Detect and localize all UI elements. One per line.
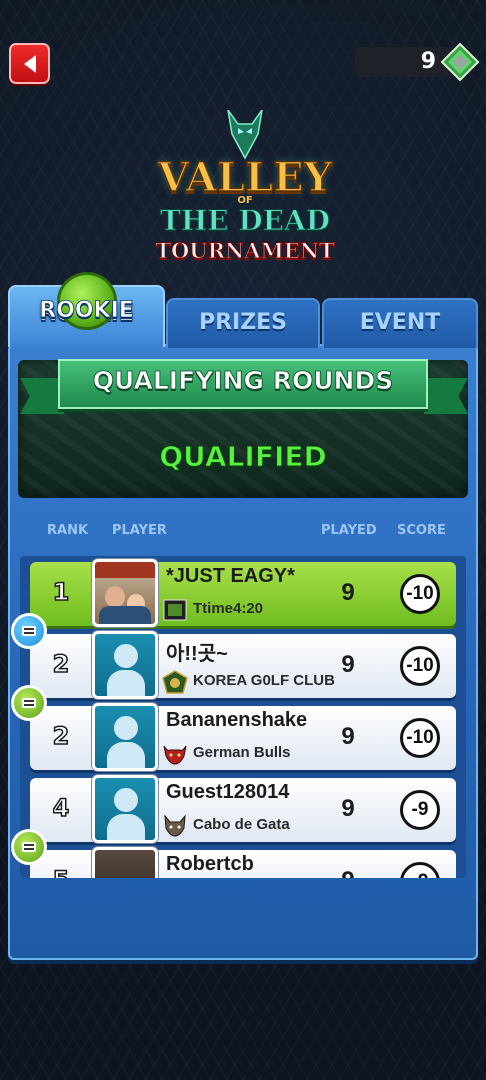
jackal-mask-icon xyxy=(227,110,263,160)
tournament-logo: VALLEY OF THE DEAD TOURNAMENT xyxy=(150,110,340,270)
avatar xyxy=(92,847,158,878)
rank-value: 2 xyxy=(52,649,70,679)
player-name: 아!!곳~ xyxy=(166,643,228,665)
tab-prizes[interactable]: PRIZES xyxy=(166,298,320,348)
score-value: -9 xyxy=(400,862,440,878)
leaderboard-list[interactable]: 1 *JUST EAGY* Ttime4:20 9 -10 2 아!!곳~ KO… xyxy=(20,556,466,878)
banner-title: QUALIFYING ROUNDS xyxy=(92,366,394,396)
column-header-rank: RANK xyxy=(47,523,89,538)
avatar xyxy=(92,703,158,771)
rank-change-marker xyxy=(11,829,47,865)
currency-value: 9 xyxy=(420,49,436,74)
score-value: -10 xyxy=(400,574,440,614)
leaderboard-row[interactable]: 4 Guest128014 Cabo de Gata 9 -9 xyxy=(30,775,456,843)
score-value: -9 xyxy=(400,790,440,830)
played-value: 9 xyxy=(341,795,355,822)
qualified-status: QUALIFIED xyxy=(159,440,328,474)
equal-icon xyxy=(22,626,36,636)
equal-icon xyxy=(22,842,36,852)
played-value: 9 xyxy=(341,723,355,750)
logo-line-the-dead: THE DEAD xyxy=(159,204,330,238)
player-name: *JUST EAGY* xyxy=(166,565,295,587)
column-header-score: SCORE xyxy=(397,523,446,538)
logo-line-valley: VALLEY xyxy=(157,153,333,202)
wolf-emblem-icon xyxy=(164,814,186,837)
club-name: German Bulls xyxy=(193,744,291,761)
club-name: Cabo de Gata xyxy=(193,816,290,833)
tab-rookie-label: ROOKIE xyxy=(39,298,134,324)
leaderboard-row[interactable]: 2 아!!곳~ KOREA G0LF CLUB 9 -10 xyxy=(30,631,456,699)
tab-label: EVENT xyxy=(359,310,441,335)
bull-emblem-icon xyxy=(163,745,187,765)
rank-value: 2 xyxy=(52,721,70,751)
rank-change-marker xyxy=(11,685,47,721)
rank-value: 4 xyxy=(52,793,70,823)
avatar xyxy=(92,559,158,627)
player-name: Bananenshake xyxy=(166,709,308,731)
player-name: Robertcb xyxy=(166,853,254,875)
played-value: 9 xyxy=(341,651,355,678)
score-value: -10 xyxy=(400,718,440,758)
back-button[interactable] xyxy=(9,43,50,84)
club-name: Ttime4:20 xyxy=(193,600,264,617)
tab-label: PRIZES xyxy=(198,310,288,335)
leaderboard-row[interactable]: 5 Robertcb 9 -9 xyxy=(30,847,456,878)
leaderboard-row[interactable]: 1 *JUST EAGY* Ttime4:20 9 -10 xyxy=(30,559,456,627)
logo-line-tournament: TOURNAMENT xyxy=(155,238,335,264)
back-arrow-icon xyxy=(24,55,36,73)
equal-icon xyxy=(22,698,36,708)
club-emblem-icon xyxy=(162,670,188,694)
played-value: 9 xyxy=(336,867,360,878)
avatar xyxy=(92,775,158,843)
leaderboard-row[interactable]: 2 Bananenshake German Bulls 9 -10 xyxy=(30,703,456,771)
column-header-player: PLAYER xyxy=(112,523,167,538)
avatar xyxy=(92,631,158,699)
rank-value: 5 xyxy=(46,865,76,878)
played-value: 9 xyxy=(341,579,355,606)
score-value: -10 xyxy=(400,646,440,686)
currency-counter: 9 xyxy=(355,47,450,77)
club-name: KOREA G0LF CLUB xyxy=(193,672,335,689)
rank-change-marker xyxy=(11,613,47,649)
player-name: Guest128014 xyxy=(166,781,290,803)
tab-event[interactable]: EVENT xyxy=(322,298,478,348)
club-emblem-icon xyxy=(163,599,187,621)
gem-icon xyxy=(440,42,480,82)
rank-value: 1 xyxy=(52,577,70,607)
column-header-played: PLAYED xyxy=(321,523,377,538)
